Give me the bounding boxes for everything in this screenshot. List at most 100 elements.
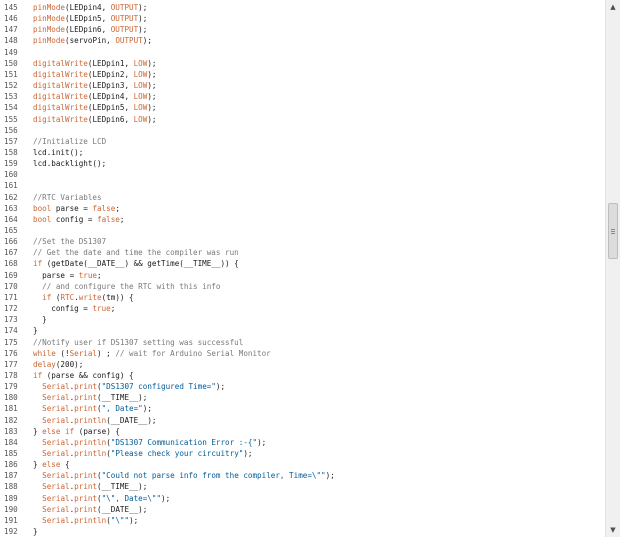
code-token: //Initialize LCD xyxy=(33,136,107,146)
code-text: digitalWrite(LEDpin1, LOW); xyxy=(33,58,156,69)
code-text: Serial.print("Could not parse info from … xyxy=(33,470,335,481)
code-token: digitalWrite xyxy=(33,69,88,79)
code-token: ); xyxy=(257,437,267,447)
thumb-grip-line xyxy=(611,231,615,232)
code-token: ); xyxy=(147,92,157,102)
code-token: //RTC Variables xyxy=(33,192,102,202)
line-number: 149 xyxy=(4,47,18,57)
line-number: 181 xyxy=(4,404,18,414)
code-token: println xyxy=(74,449,107,458)
code-token: (__TIME__); xyxy=(97,393,148,403)
code-text: Serial.print(__TIME__); xyxy=(33,392,147,403)
code-text: Serial.print(__TIME__); xyxy=(33,481,147,492)
code-token: "DS1307 Communication Error :-{" xyxy=(110,437,258,447)
code-token: (LEDpin4, xyxy=(65,3,111,12)
code-token: (! xyxy=(55,348,70,358)
code-text: delay(200); xyxy=(33,359,83,370)
code-editor[interactable]: 145 pinMode(LEDpin4, OUTPUT); 146 pinMode(L… xyxy=(0,0,620,537)
code-token: } xyxy=(33,315,47,325)
code-token: "Could not parse info from the compiler,… xyxy=(101,471,326,481)
code-token: ); xyxy=(142,36,152,46)
code-token: LOW xyxy=(133,69,148,79)
line-number: 158 xyxy=(4,147,18,157)
code-token: Serial xyxy=(42,482,70,492)
code-token: delay xyxy=(33,359,56,369)
code-token: ); xyxy=(138,3,148,12)
code-token: print xyxy=(74,482,98,492)
code-token: ); xyxy=(243,449,253,458)
code-text: digitalWrite(LEDpin5, LOW); xyxy=(33,102,156,113)
code-token: LOW xyxy=(133,103,148,113)
code-token: ); xyxy=(138,25,148,35)
code-token: OUTPUT xyxy=(110,25,139,35)
line-number: 169 xyxy=(4,270,18,280)
line-number: 180 xyxy=(4,393,18,403)
code-token: config = xyxy=(33,304,93,314)
code-text: bool parse = false; xyxy=(33,203,120,214)
code-token: bool xyxy=(33,203,52,213)
code-text: digitalWrite(LEDpin6, LOW); xyxy=(33,114,156,125)
code-token: digitalWrite xyxy=(33,81,88,91)
code-token: "DS1307 configured Time=" xyxy=(101,382,216,392)
line-number: 155 xyxy=(4,114,18,124)
code-token: ; xyxy=(119,214,125,224)
code-token: "Please check your circuitry" xyxy=(110,449,244,458)
line-number: 164 xyxy=(4,214,18,224)
code-token: print xyxy=(74,382,98,392)
line-number: 172 xyxy=(4,304,18,314)
code-token: (LEDpin5, xyxy=(65,14,111,24)
code-token: ; xyxy=(97,270,102,280)
code-text: pinMode(LEDpin5, OUTPUT); xyxy=(33,13,147,24)
code-token: (LEDpin2, xyxy=(87,69,134,79)
code-token: LOW xyxy=(133,58,148,68)
code-token: lcd.backlight(); xyxy=(33,159,107,169)
code-token: (LEDpin6, xyxy=(65,25,111,35)
code-text: // and configure the RTC with this info xyxy=(33,281,220,292)
line-number: 175 xyxy=(4,337,18,347)
code-text: pinMode(servoPin, OUTPUT); xyxy=(33,35,152,46)
code-token: Serial xyxy=(42,493,70,503)
code-text: } xyxy=(33,314,47,325)
code-token: print xyxy=(74,471,98,481)
code-token: println xyxy=(74,515,107,525)
code-token: print xyxy=(74,393,98,403)
code-token: ) ; xyxy=(97,348,116,358)
line-number: 166 xyxy=(4,237,18,247)
line-number: 161 xyxy=(4,181,18,191)
code-token: pinMode xyxy=(33,25,66,35)
code-token: ); xyxy=(147,81,157,91)
code-token: (200); xyxy=(55,359,84,369)
line-number: 191 xyxy=(4,515,18,525)
code-token: digitalWrite xyxy=(33,103,88,113)
code-token: Serial xyxy=(42,382,70,392)
scrollbar-thumb[interactable] xyxy=(608,203,618,259)
code-text: } xyxy=(33,526,38,537)
vertical-scrollbar[interactable]: ▲ ▼ xyxy=(605,0,620,537)
code-text: Serial.print("DS1307 configured Time="); xyxy=(33,381,225,392)
code-token: if xyxy=(42,292,52,302)
code-text: //RTC Variables xyxy=(33,192,102,203)
code-token: pinMode xyxy=(33,36,66,46)
line-number: 177 xyxy=(4,359,18,369)
code-text: } else if (parse) { xyxy=(33,426,120,437)
code-token: (tm)) { xyxy=(101,292,134,302)
code-text: Serial.print("\", Date=\""); xyxy=(33,493,170,504)
code-text: if (getDate(__DATE__) && getTime(__TIME_… xyxy=(33,258,239,269)
code-text: lcd.backlight(); xyxy=(33,158,106,169)
line-number: 176 xyxy=(4,348,18,358)
code-text: digitalWrite(LEDpin4, LOW); xyxy=(33,91,156,102)
code-token: print xyxy=(74,404,98,414)
code-token: } xyxy=(33,426,43,436)
line-number: 157 xyxy=(4,136,18,146)
code-token: Serial xyxy=(42,404,70,414)
code-area[interactable]: 145 pinMode(LEDpin4, OUTPUT); 146 pinMode(L… xyxy=(0,0,605,537)
scroll-up-arrow-icon[interactable]: ▲ xyxy=(606,0,620,14)
line-number: 171 xyxy=(4,292,18,302)
code-text: parse = true; xyxy=(33,270,102,281)
scroll-down-arrow-icon[interactable]: ▼ xyxy=(606,523,620,537)
